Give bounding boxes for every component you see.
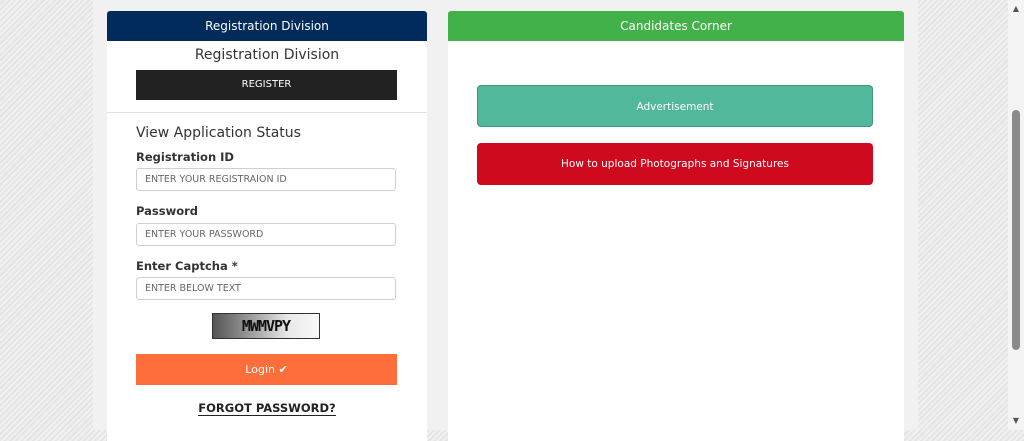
chevron-up-icon[interactable]: ▲ <box>1008 2 1024 16</box>
registration-panel-header: Registration Division <box>107 11 427 41</box>
login-button[interactable]: Login ✔ <box>136 354 397 385</box>
candidates-corner-header: Candidates Corner <box>448 11 904 41</box>
registration-id-label: Registration ID <box>136 150 234 164</box>
registration-panel: Registration Division Registration Divis… <box>107 11 427 441</box>
chevron-down-icon[interactable]: ▼ <box>1008 414 1024 428</box>
captcha-input[interactable] <box>136 277 396 300</box>
vertical-scrollbar[interactable]: ▲ ▼ <box>1008 0 1024 430</box>
register-button[interactable]: REGISTER <box>136 70 397 100</box>
scrollbar-thumb[interactable] <box>1012 110 1020 350</box>
registration-id-input[interactable] <box>136 168 396 191</box>
divider <box>107 112 427 113</box>
password-input[interactable] <box>136 223 396 246</box>
password-label: Password <box>136 204 198 218</box>
upload-guide-button[interactable]: How to upload Photographs and Signatures <box>477 143 873 185</box>
registration-title: Registration Division <box>194 47 340 63</box>
advertisement-button[interactable]: Advertisement <box>477 85 873 127</box>
captcha-image: MWMVPY <box>212 313 320 339</box>
status-section-title: View Application Status <box>136 125 301 141</box>
candidates-corner-panel: Candidates Corner Advertisement How to u… <box>448 11 904 441</box>
captcha-label: Enter Captcha * <box>136 259 238 273</box>
forgot-password-container: FORGOT PASSWORD? <box>107 401 427 416</box>
forgot-password-link[interactable]: FORGOT PASSWORD? <box>198 401 336 416</box>
